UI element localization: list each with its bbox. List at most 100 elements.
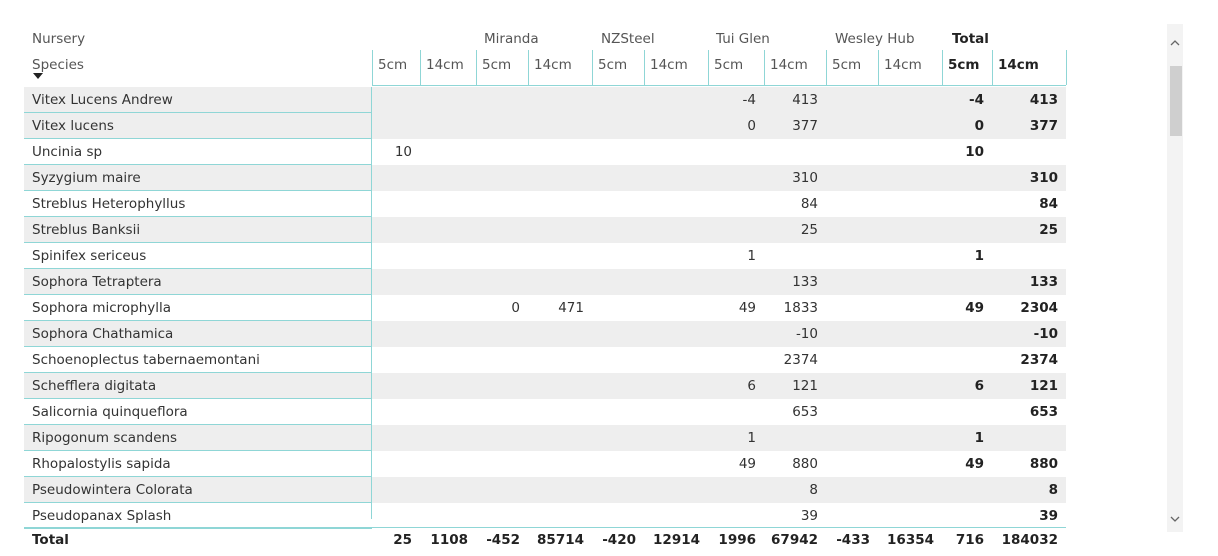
data-cell: 39 [1039,508,1058,524]
data-cell: 653 [792,404,818,420]
data-cell: 6 [974,378,984,394]
group-header[interactable]: Total [952,26,989,52]
data-cell: 880 [1029,456,1058,472]
subcolumn-header[interactable]: 14cm [884,52,922,78]
data-cell: 8 [809,482,818,498]
row-header-border [371,87,372,519]
data-cell: 6 [747,378,756,394]
data-cell: 49 [738,300,756,316]
data-cell: 1 [747,248,756,264]
row-label[interactable]: Rhopalostylis sapida [32,451,171,477]
data-cell: 133 [1029,274,1058,290]
row-label[interactable]: Streblus Heterophyllus [32,191,185,217]
header-column-divider [592,50,593,85]
subcolumn-header[interactable]: 5cm [832,52,861,78]
header-column-divider [528,50,529,85]
data-cell: 377 [792,118,818,134]
data-cell: 84 [800,196,818,212]
row-band [24,321,1066,347]
header-column-divider [644,50,645,85]
row-label[interactable]: Salicornia quinqueflora [32,399,188,425]
row-band [24,425,1066,451]
row-label[interactable]: Syzygium maire [32,165,141,191]
row-label[interactable]: Uncinia sp [32,139,102,165]
data-cell: 84 [1039,196,1058,212]
row-label[interactable]: Sophora Chathamica [32,321,173,347]
data-cell: 25 [800,222,818,238]
matrix-visual: Nursery Miranda NZSteel Tui Glen Wesley Hub T… [0,0,1218,556]
data-cell: 10 [394,144,412,160]
subcolumn-header[interactable]: 14cm [770,52,808,78]
data-cell: 413 [1029,92,1058,108]
data-cell: 39 [800,508,818,524]
header-column-divider [992,50,993,85]
data-cell: 2374 [783,352,818,368]
sort-descending-icon[interactable] [33,73,43,79]
data-cell: 25 [1039,222,1058,238]
total-cell: 716 [955,532,984,548]
header-divider [372,85,1066,86]
row-band [24,113,1066,139]
row-band [24,217,1066,243]
total-cell: 1108 [430,532,468,548]
data-cell: -4 [969,92,984,108]
data-cell: 49 [965,300,984,316]
scroll-up-icon[interactable] [1167,32,1183,52]
data-cell: 310 [792,170,818,186]
data-cell: 1 [974,248,984,264]
subcolumn-header[interactable]: 14cm [998,52,1039,78]
data-cell: 377 [1029,118,1058,134]
data-cell: 653 [1029,404,1058,420]
row-band [24,373,1066,399]
row-label[interactable]: Schefflera digitata [32,373,156,399]
row-label[interactable]: Pseudowintera Colorata [32,477,193,503]
data-cell: -10 [795,326,818,342]
row-label[interactable]: Sophora microphylla [32,295,171,321]
data-cell: -10 [1033,326,1058,342]
data-cell: 1 [974,430,984,446]
data-cell: 2304 [1020,300,1058,316]
header-column-divider [1066,50,1067,85]
data-cell: 471 [558,300,584,316]
scroll-down-icon[interactable] [1167,510,1183,530]
data-cell: 10 [965,144,984,160]
row-label[interactable]: Sophora Tetraptera [32,269,162,295]
total-cell: -420 [602,532,636,548]
subcolumn-header[interactable]: 5cm [714,52,743,78]
row-label[interactable]: Pseudopanax Splash [32,503,171,529]
data-cell: 49 [965,456,984,472]
row-band [24,87,1066,113]
total-cell: -433 [836,532,870,548]
row-label[interactable]: Streblus Banksii [32,217,140,243]
row-label[interactable]: Ripogonum scandens [32,425,177,451]
subcolumn-header[interactable]: 14cm [650,52,688,78]
total-cell: 67942 [771,532,818,548]
subcolumn-header[interactable]: 5cm [482,52,511,78]
group-header[interactable]: NZSteel [601,26,655,52]
row-label[interactable]: Vitex Lucens Andrew [32,87,173,113]
subcolumn-header[interactable]: 5cm [948,52,979,78]
data-cell: 1 [747,430,756,446]
subcolumn-header[interactable]: 5cm [598,52,627,78]
header-column-divider [764,50,765,85]
data-cell: 413 [792,92,818,108]
row-label[interactable]: Schoenoplectus tabernaemontani [32,347,260,373]
data-cell: 880 [792,456,818,472]
group-header[interactable]: Miranda [484,26,539,52]
group-header[interactable]: Wesley Hub [835,26,915,52]
group-header[interactable]: Tui Glen [716,26,770,52]
header-column-divider [878,50,879,85]
data-cell: 121 [1029,378,1058,394]
row-label[interactable]: Spinifex sericeus [32,243,146,269]
scrollbar-thumb[interactable] [1170,66,1182,136]
total-row-label: Total [32,532,69,548]
column-header-nursery[interactable]: Nursery [32,26,85,52]
row-band [24,269,1066,295]
subcolumn-header[interactable]: 5cm [378,52,407,78]
header-column-divider [372,50,373,85]
subcolumn-header[interactable]: 14cm [534,52,572,78]
data-cell: 0 [974,118,984,134]
row-label[interactable]: Vitex lucens [32,113,114,139]
subcolumn-header[interactable]: 14cm [426,52,464,78]
data-cell: 1833 [783,300,818,316]
